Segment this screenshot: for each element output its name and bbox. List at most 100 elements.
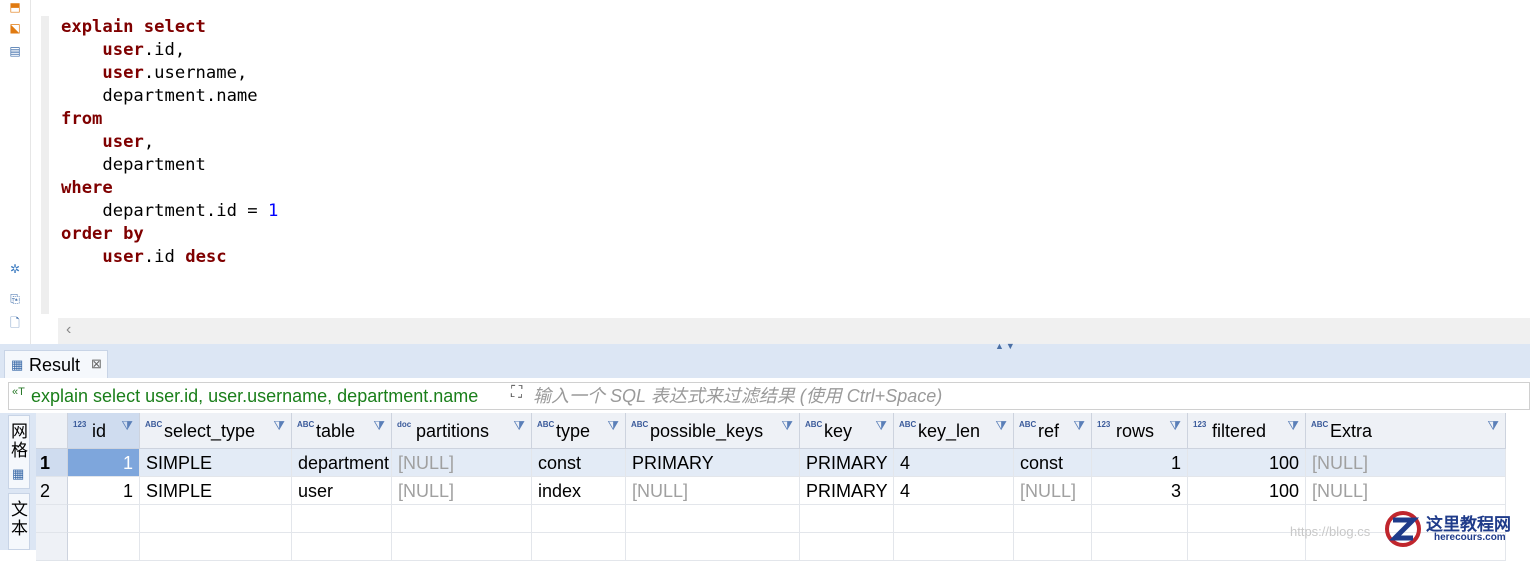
column-header-label: Extra xyxy=(1330,421,1373,441)
column-filter-icon[interactable]: ⧩ xyxy=(607,418,619,434)
column-header-possible-keys[interactable]: ABC possible_keys ⧩ xyxy=(626,413,800,449)
sql-code[interactable]: explain select user.id, user.username, d… xyxy=(61,16,278,269)
grid-icon: ▦ xyxy=(12,466,25,481)
table-cell[interactable] xyxy=(1014,505,1092,533)
column-filter-icon[interactable]: ⧩ xyxy=(1073,418,1085,434)
table-cell[interactable]: 1 xyxy=(68,477,140,505)
column-header-label: type xyxy=(556,421,591,441)
column-header-ref[interactable]: ABC ref ⧩ xyxy=(1014,413,1092,449)
tab-result[interactable]: ▦ Result ⊠ xyxy=(4,350,108,378)
column-header-extra[interactable]: ABC Extra ⧩ xyxy=(1306,413,1506,449)
table-cell[interactable]: SIMPLE xyxy=(140,449,292,477)
column-header-partitions[interactable]: doc partitions ⧩ xyxy=(392,413,532,449)
table-cell[interactable] xyxy=(1092,505,1188,533)
sql-editor[interactable]: explain select user.id, user.username, d… xyxy=(58,0,1530,318)
column-filter-icon[interactable]: ⧩ xyxy=(995,418,1007,434)
table-cell[interactable]: 100 xyxy=(1188,449,1306,477)
column-filter-icon[interactable]: ⧩ xyxy=(875,418,887,434)
export-icon[interactable]: ⎘ xyxy=(8,292,22,306)
table-cell[interactable]: 1 xyxy=(68,449,140,477)
table-cell[interactable] xyxy=(140,533,292,561)
table-cell[interactable]: 100 xyxy=(1188,477,1306,505)
table-cell[interactable] xyxy=(292,533,392,561)
column-filter-icon[interactable]: ⧩ xyxy=(513,418,525,434)
table-cell[interactable]: const xyxy=(532,449,626,477)
table-cell[interactable]: PRIMARY xyxy=(800,477,894,505)
table-cell[interactable] xyxy=(1188,533,1306,561)
filter-input[interactable] xyxy=(533,386,1433,407)
tab-text[interactable]: 文本 xyxy=(8,493,30,550)
editor-gutter xyxy=(41,16,49,314)
table-cell[interactable]: PRIMARY xyxy=(626,449,800,477)
tab-grid[interactable]: 网格 ▦ xyxy=(8,415,30,489)
table-cell[interactable]: [NULL] xyxy=(392,449,532,477)
table-cell[interactable] xyxy=(140,505,292,533)
table-cell[interactable]: [NULL] xyxy=(1306,477,1506,505)
table-cell[interactable] xyxy=(532,505,626,533)
column-filter-icon[interactable]: ⧩ xyxy=(273,418,285,434)
table-cell[interactable]: department xyxy=(292,449,392,477)
table-cell[interactable]: [NULL] xyxy=(392,477,532,505)
editor-horizontal-scrollbar[interactable]: ‹ xyxy=(58,318,1530,344)
column-header-label: select_type xyxy=(164,421,256,441)
table-cell[interactable]: [NULL] xyxy=(1014,477,1092,505)
table-cell[interactable]: const xyxy=(1014,449,1092,477)
table-cell[interactable] xyxy=(532,533,626,561)
column-filter-icon[interactable]: ⧩ xyxy=(1169,418,1181,434)
table-cell[interactable] xyxy=(1092,533,1188,561)
column-header-key[interactable]: ABC key ⧩ xyxy=(800,413,894,449)
column-header-select-type[interactable]: ABC select_type ⧩ xyxy=(140,413,292,449)
table-cell[interactable] xyxy=(800,533,894,561)
table-cell[interactable] xyxy=(292,505,392,533)
code-token: .id, xyxy=(143,40,186,60)
table-cell[interactable]: 3 xyxy=(1092,477,1188,505)
column-header-label: filtered xyxy=(1212,421,1267,441)
column-filter-icon[interactable]: ⧩ xyxy=(121,418,133,434)
table-cell[interactable] xyxy=(1188,505,1306,533)
table-cell[interactable]: 1 xyxy=(1092,449,1188,477)
new-script-icon[interactable]: 🗋 xyxy=(8,316,22,330)
table-cell[interactable] xyxy=(800,505,894,533)
table-cell[interactable]: [NULL] xyxy=(1306,449,1506,477)
grid-corner[interactable] xyxy=(36,413,68,449)
table-cell[interactable] xyxy=(894,533,1014,561)
column-header-table[interactable]: ABC table ⧩ xyxy=(292,413,392,449)
column-header-id[interactable]: 123 id ⧩ xyxy=(68,413,140,449)
table-cell[interactable] xyxy=(68,505,140,533)
table-cell[interactable] xyxy=(392,505,532,533)
table-cell[interactable] xyxy=(626,505,800,533)
column-type-icon: ABC xyxy=(297,420,315,429)
column-filter-icon[interactable]: ⧩ xyxy=(373,418,385,434)
expand-icon[interactable]: ⛶ xyxy=(511,384,522,402)
close-tab-icon[interactable]: ⊠ xyxy=(91,356,102,372)
table-cell[interactable]: [NULL] xyxy=(626,477,800,505)
table-cell[interactable] xyxy=(894,505,1014,533)
table-cell[interactable] xyxy=(68,533,140,561)
column-filter-icon[interactable]: ⧩ xyxy=(1287,418,1299,434)
table-cell[interactable]: user xyxy=(292,477,392,505)
execute-script-icon[interactable]: ⬒ xyxy=(8,0,22,14)
row-number[interactable] xyxy=(36,533,68,561)
format-icon[interactable]: ▤ xyxy=(8,44,22,58)
row-number[interactable]: 2 xyxy=(36,477,68,505)
table-cell[interactable]: SIMPLE xyxy=(140,477,292,505)
table-cell[interactable]: 4 xyxy=(894,477,1014,505)
table-cell[interactable] xyxy=(626,533,800,561)
column-filter-icon[interactable]: ⧩ xyxy=(781,418,793,434)
table-cell[interactable]: 4 xyxy=(894,449,1014,477)
row-number[interactable] xyxy=(36,505,68,533)
table-cell[interactable] xyxy=(392,533,532,561)
table-cell[interactable] xyxy=(1014,533,1092,561)
table-cell[interactable]: index xyxy=(532,477,626,505)
code-token: .id xyxy=(143,247,186,267)
explain-plan-icon[interactable]: ⬕ xyxy=(8,21,22,35)
settings-gear-icon[interactable]: ✲ xyxy=(8,262,22,276)
column-header-type[interactable]: ABC type ⧩ xyxy=(532,413,626,449)
table-cell[interactable]: PRIMARY xyxy=(800,449,894,477)
column-header-rows[interactable]: 123 rows ⧩ xyxy=(1092,413,1188,449)
column-header-filtered[interactable]: 123 filtered ⧩ xyxy=(1188,413,1306,449)
scroll-left-icon[interactable]: ‹ xyxy=(66,321,71,339)
column-filter-icon[interactable]: ⧩ xyxy=(1487,418,1499,434)
column-header-key-len[interactable]: ABC key_len ⧩ xyxy=(894,413,1014,449)
row-number[interactable]: 1 xyxy=(36,449,68,477)
